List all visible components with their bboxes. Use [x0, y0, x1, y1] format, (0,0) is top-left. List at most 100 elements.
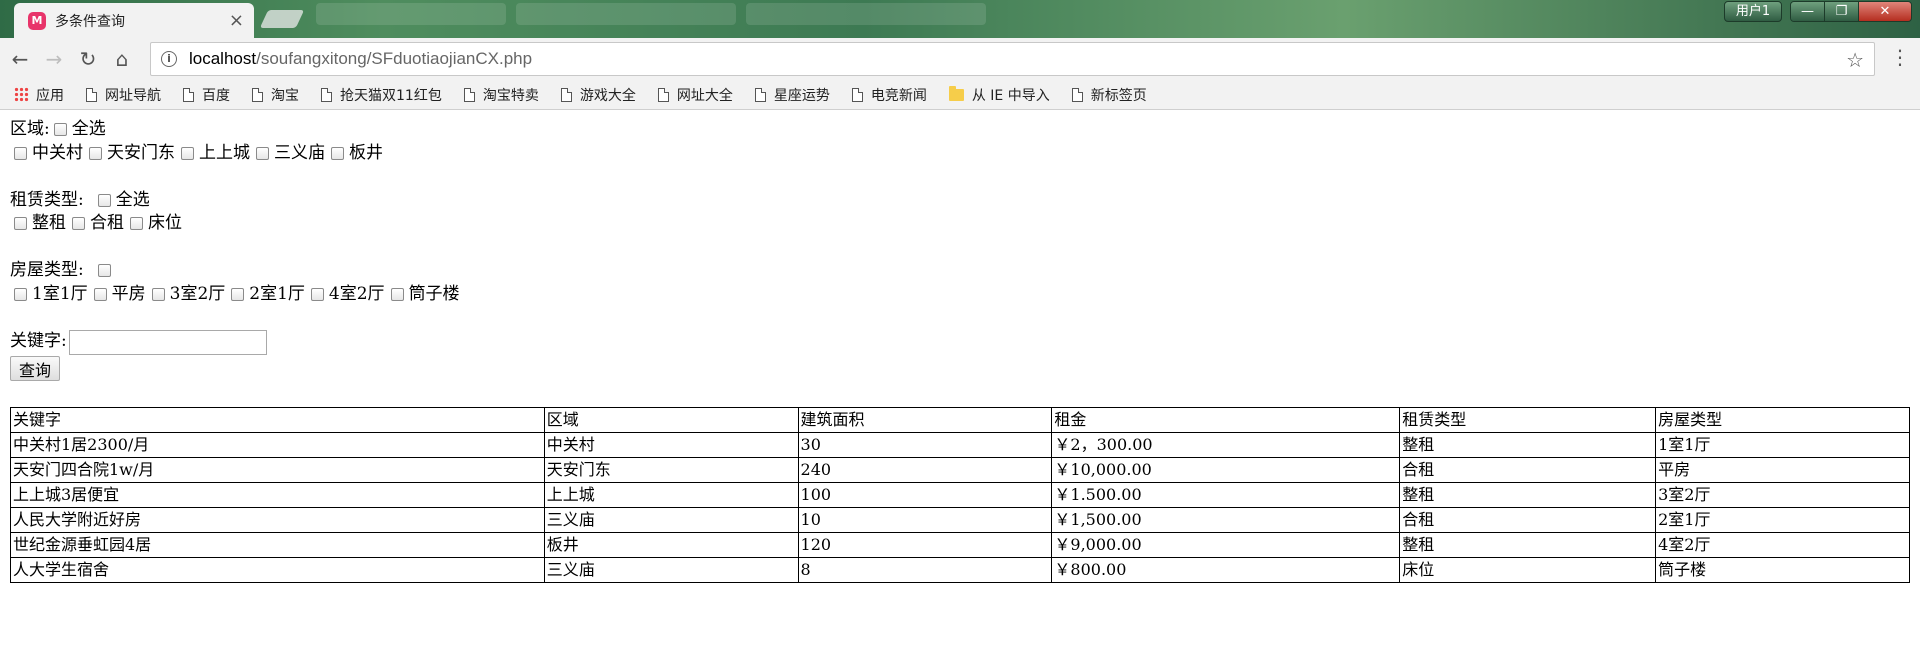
info-icon[interactable]: i: [161, 51, 177, 67]
forward-arrow-icon[interactable]: →: [40, 45, 68, 73]
area-option-label: 三义庙: [274, 142, 325, 163]
bookmarks-bar: 应用 网址导航 百度 淘宝 抢天猫双11红包 淘宝特卖 游戏大全 网址大全 星座…: [0, 80, 1920, 110]
area-select-all-label: 全选: [71, 119, 106, 139]
house-type-option-checkbox[interactable]: [310, 287, 324, 301]
column-header: 房屋类型: [1655, 406, 1910, 433]
submit-row: 查询: [10, 355, 1910, 381]
house-type-options: 1室1厅 平房 3室2厅 2室1厅 4室2厅 筒子楼: [10, 283, 1910, 307]
bookmark-item[interactable]: 游戏大全: [560, 85, 636, 105]
browser-menu-icon[interactable]: ⋮: [1890, 47, 1910, 67]
page-content: 区域: 全选 中关村 天安门东 上上城 三义庙 板井 租赁类型: 全选 整租 合…: [0, 110, 1920, 583]
rent-type-option-label: 床位: [148, 213, 182, 233]
background-tab[interactable]: [746, 3, 986, 25]
bookmark-folder[interactable]: 从 IE 中导入: [948, 85, 1050, 105]
house-type-option-checkbox[interactable]: [151, 287, 165, 301]
background-tab[interactable]: [516, 3, 736, 25]
rent-type-label: 租赁类型:: [10, 189, 84, 210]
bookmark-item[interactable]: 淘宝: [252, 85, 299, 105]
area-option-checkbox[interactable]: [14, 146, 27, 160]
table-cell: 三义庙: [543, 556, 799, 583]
reload-icon[interactable]: ↻: [74, 45, 102, 73]
user-profile-button[interactable]: 用户1: [1724, 1, 1782, 22]
table-cell: 天安门东: [543, 456, 799, 483]
area-select-all-checkbox[interactable]: [53, 123, 67, 137]
page-icon: [754, 87, 766, 102]
table-cell: ￥2，300.00: [1051, 431, 1401, 458]
area-option-checkbox[interactable]: [331, 146, 344, 160]
area-option-label: 中关村: [32, 142, 83, 163]
table-row: 世纪金源垂虹园4居 板井 120 ￥9,000.00 整租 4室2厅: [10, 531, 1910, 558]
table-cell: 整租: [1399, 481, 1657, 508]
table-cell: 筒子楼: [1655, 556, 1910, 583]
table-cell: 整租: [1399, 531, 1657, 558]
column-header: 租赁类型: [1399, 406, 1657, 433]
house-type-select-all-checkbox[interactable]: [97, 264, 111, 278]
minimize-icon[interactable]: —: [1791, 2, 1825, 21]
bookmark-item[interactable]: 电竞新闻: [851, 85, 927, 105]
house-type-option-label: 筒子楼: [408, 283, 460, 304]
tab-close-icon[interactable]: ×: [229, 10, 244, 31]
table-cell: ￥800.00: [1051, 556, 1401, 583]
bookmark-item[interactable]: 百度: [183, 85, 230, 105]
house-type-option-checkbox[interactable]: [231, 287, 245, 301]
browser-tab-active[interactable]: M 多条件查询 ×: [14, 3, 254, 38]
address-bar[interactable]: i localhost/soufangxitong/SFduotiaojianC…: [150, 42, 1875, 76]
house-type-filter-header: 房屋类型:: [10, 259, 1910, 283]
rent-type-option-label: 整租: [32, 213, 66, 233]
background-tab[interactable]: [316, 3, 506, 25]
rent-type-option-checkbox[interactable]: [130, 217, 143, 231]
table-cell: 床位: [1399, 556, 1657, 583]
tab-title: 多条件查询: [55, 13, 125, 30]
search-submit-button[interactable]: 查询: [10, 355, 61, 381]
new-tab-button[interactable]: [259, 10, 305, 28]
area-option-checkbox[interactable]: [256, 146, 269, 160]
home-icon[interactable]: ⌂: [108, 45, 136, 73]
rent-type-option-checkbox[interactable]: [14, 217, 27, 231]
table-cell: 4室2厅: [1655, 531, 1910, 558]
table-cell: 上上城3居便宜: [10, 481, 545, 508]
area-option-checkbox[interactable]: [181, 146, 194, 160]
area-option-label: 板井: [349, 142, 383, 163]
table-cell: 中关村: [543, 431, 799, 458]
bookmark-apps[interactable]: 应用: [14, 85, 64, 105]
table-row: 中关村1居2300/月 中关村 30 ￥2，300.00 整租 1室1厅: [10, 431, 1910, 458]
page-icon: [183, 87, 194, 102]
page-icon: [252, 87, 263, 102]
table-cell: ￥1,500.00: [1051, 506, 1401, 533]
restore-icon[interactable]: ❐: [1825, 2, 1859, 21]
column-header: 租金: [1051, 406, 1401, 433]
house-type-option-checkbox[interactable]: [14, 287, 27, 301]
table-row: 天安门四合院1w/月 天安门东 240 ￥10,000.00 合租 平房: [10, 456, 1910, 483]
bookmark-item[interactable]: 星座运势: [754, 85, 830, 105]
house-type-option-checkbox[interactable]: [93, 287, 107, 301]
page-icon: [657, 87, 669, 102]
page-icon: [560, 87, 572, 102]
area-filter-header: 区域: 全选: [10, 118, 1910, 142]
table-cell: 中关村1居2300/月: [10, 431, 545, 458]
table-row: 上上城3居便宜 上上城 100 ￥1.500.00 整租 3室2厅: [10, 481, 1910, 508]
keyword-row: 关键字:: [10, 329, 1910, 355]
bookmark-item[interactable]: 淘宝特卖: [463, 85, 539, 105]
url-text[interactable]: localhost/soufangxitong/SFduotiaojianCX.…: [189, 49, 532, 69]
bookmark-star-icon[interactable]: ☆: [1846, 48, 1864, 72]
bookmark-item[interactable]: 网址大全: [657, 85, 733, 105]
keyword-input[interactable]: [68, 329, 267, 355]
rent-type-option-checkbox[interactable]: [72, 217, 85, 231]
house-type-option-label: 1室1厅: [32, 283, 88, 304]
table-cell: 板井: [543, 531, 799, 558]
bookmark-item[interactable]: 新标签页: [1071, 85, 1147, 105]
back-arrow-icon[interactable]: ←: [6, 45, 34, 73]
page-icon: [463, 87, 475, 102]
window-controls: — ❐ ✕: [1790, 1, 1912, 22]
bookmark-item[interactable]: 网址导航: [86, 85, 161, 105]
keyword-label: 关键字:: [10, 331, 67, 352]
bookmark-item[interactable]: 抢天猫双11红包: [321, 85, 442, 105]
house-type-option-checkbox[interactable]: [390, 287, 404, 301]
table-cell: 平房: [1655, 456, 1910, 483]
area-option-checkbox[interactable]: [89, 146, 102, 160]
table-cell: 240: [797, 456, 1053, 483]
window-close-icon[interactable]: ✕: [1859, 2, 1911, 21]
rent-type-select-all-checkbox[interactable]: [97, 193, 111, 207]
